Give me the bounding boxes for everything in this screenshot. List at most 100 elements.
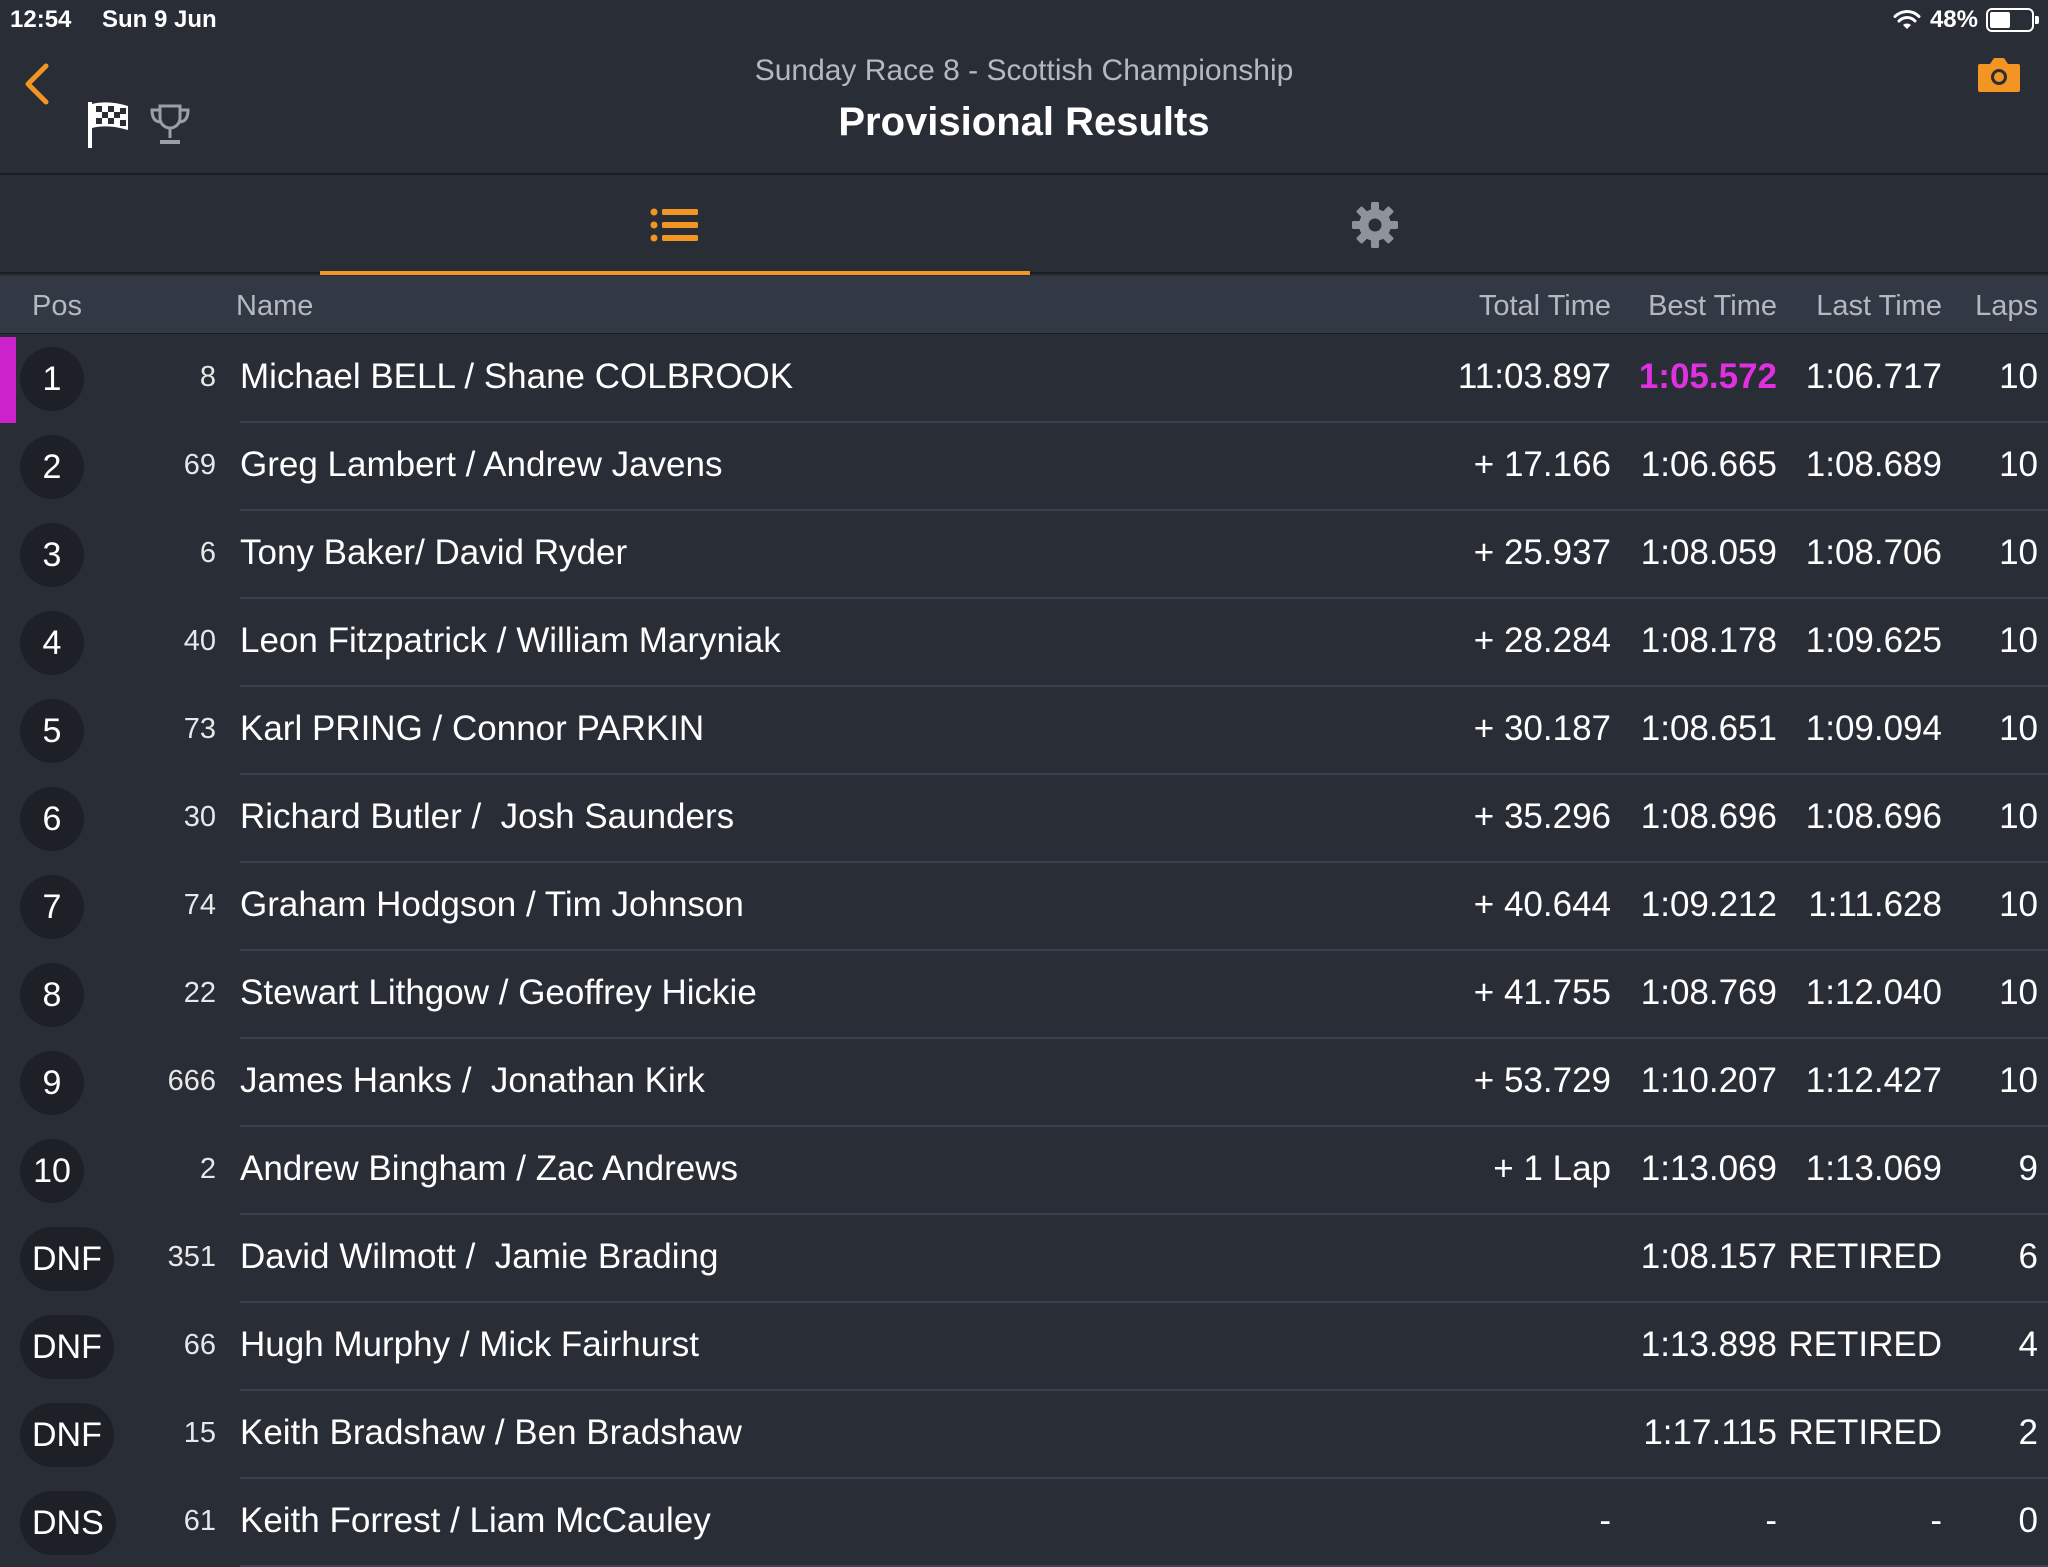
- last-time: 1:08.706: [1805, 533, 1942, 572]
- page-title: Provisional Results: [838, 100, 1210, 144]
- column-laps[interactable]: Laps: [1975, 290, 2038, 323]
- best-time: 1:08.059: [1640, 533, 1777, 572]
- total-time: 11:03.897: [1457, 357, 1611, 396]
- wifi-icon: [1893, 10, 1921, 29]
- laps: 10: [1999, 357, 2038, 396]
- car-number: 22: [183, 977, 216, 1009]
- status-indicators: 48%: [1892, 6, 2039, 34]
- column-total-time[interactable]: Total Time: [1479, 290, 1611, 323]
- best-time: 1:06.665: [1640, 445, 1777, 484]
- position-badge: 9: [20, 1051, 84, 1115]
- table-row[interactable]: 1 8 Michael BELL / Shane COLBROOK 11:03.…: [0, 335, 2048, 423]
- column-best-time[interactable]: Best Time: [1648, 290, 1777, 323]
- total-time: + 30.187: [1473, 709, 1611, 748]
- laps: 10: [1999, 445, 2038, 484]
- last-time: RETIRED: [1788, 1413, 1942, 1452]
- position-badge: DNS: [20, 1491, 116, 1555]
- gear-icon: [1352, 202, 1398, 248]
- position-badge: 2: [20, 435, 84, 499]
- table-row[interactable]: 10 2 Andrew Bingham / Zac Andrews + 1 La…: [0, 1127, 2048, 1215]
- best-time: 1:08.769: [1640, 973, 1777, 1012]
- last-time: RETIRED: [1788, 1325, 1942, 1364]
- best-time: 1:05.572: [1638, 357, 1777, 396]
- last-time: 1:12.427: [1805, 1061, 1942, 1100]
- laps: 0: [2018, 1501, 2038, 1540]
- driver-names: Hugh Murphy / Mick Fairhurst: [240, 1325, 700, 1364]
- best-time: 1:08.651: [1640, 709, 1777, 748]
- total-time: + 41.755: [1473, 973, 1611, 1012]
- tab-settings[interactable]: [1020, 176, 1730, 274]
- car-number: 15: [183, 1417, 216, 1449]
- laps: 10: [1999, 885, 2038, 924]
- laps: 10: [1999, 709, 2038, 748]
- status-time: 12:54: [10, 6, 72, 33]
- tab-results-list[interactable]: [320, 176, 1030, 275]
- best-time: 1:09.212: [1640, 885, 1777, 924]
- status-date: Sun 9 Jun: [102, 6, 217, 33]
- best-time: 1:08.696: [1640, 797, 1777, 836]
- total-time: + 40.644: [1473, 885, 1611, 924]
- list-icon: [650, 208, 698, 242]
- laps: 10: [1999, 621, 2038, 660]
- table-row[interactable]: DNF 351 David Wilmott / Jamie Brading 1:…: [0, 1215, 2048, 1303]
- best-time: 1:08.157: [1640, 1237, 1777, 1276]
- last-time: 1:08.696: [1805, 797, 1942, 836]
- driver-names: Andrew Bingham / Zac Andrews: [240, 1149, 739, 1188]
- car-number: 69: [183, 449, 216, 481]
- car-number: 40: [183, 625, 216, 657]
- last-time: -: [1930, 1501, 1942, 1540]
- last-time: 1:09.625: [1805, 621, 1942, 660]
- laps: 4: [2018, 1325, 2038, 1364]
- position-badge: 5: [20, 699, 84, 763]
- total-time: + 17.166: [1473, 445, 1611, 484]
- best-time: 1:13.069: [1640, 1149, 1777, 1188]
- table-row[interactable]: DNF 66 Hugh Murphy / Mick Fairhurst 1:13…: [0, 1303, 2048, 1391]
- car-number: 30: [183, 801, 216, 833]
- driver-names: David Wilmott / Jamie Brading: [240, 1237, 719, 1276]
- table-row[interactable]: DNS 61 Keith Forrest / Liam McCauley - -…: [0, 1479, 2048, 1567]
- laps: 10: [1999, 1061, 2038, 1100]
- driver-names: James Hanks / Jonathan Kirk: [240, 1061, 705, 1100]
- best-time: -: [1765, 1501, 1777, 1540]
- table-row[interactable]: 6 30 Richard Butler / Josh Saunders + 35…: [0, 775, 2048, 863]
- driver-names: Keith Forrest / Liam McCauley: [240, 1501, 711, 1540]
- position-badge: DNF: [20, 1315, 114, 1379]
- driver-names: Greg Lambert / Andrew Javens: [240, 445, 723, 484]
- results-table: 1 8 Michael BELL / Shane COLBROOK 11:03.…: [0, 335, 2048, 1567]
- header: Sunday Race 8 - Scottish Championship Pr…: [0, 40, 2048, 175]
- battery-icon: [1986, 8, 2039, 32]
- table-row[interactable]: 2 69 Greg Lambert / Andrew Javens + 17.1…: [0, 423, 2048, 511]
- table-row[interactable]: 7 74 Graham Hodgson / Tim Johnson + 40.6…: [0, 863, 2048, 951]
- best-time: 1:13.898: [1640, 1325, 1777, 1364]
- table-row[interactable]: 8 22 Stewart Lithgow / Geoffrey Hickie +…: [0, 951, 2048, 1039]
- car-number: 61: [183, 1505, 216, 1537]
- laps: 9: [2018, 1149, 2038, 1188]
- last-time: 1:08.689: [1805, 445, 1942, 484]
- table-row[interactable]: DNF 15 Keith Bradshaw / Ben Bradshaw 1:1…: [0, 1391, 2048, 1479]
- car-number: 351: [167, 1241, 216, 1273]
- best-time: 1:17.115: [1643, 1413, 1777, 1452]
- last-time: 1:12.040: [1805, 973, 1942, 1012]
- total-time: + 28.284: [1473, 621, 1611, 660]
- column-name[interactable]: Name: [236, 290, 313, 323]
- position-badge: 6: [20, 787, 84, 851]
- car-number: 666: [167, 1065, 216, 1097]
- total-time: + 25.937: [1473, 533, 1611, 572]
- column-pos[interactable]: Pos: [32, 290, 82, 323]
- camera-icon[interactable]: [1976, 54, 2022, 94]
- position-badge: 10: [20, 1139, 84, 1203]
- table-row[interactable]: 5 73 Karl PRING / Connor PARKIN + 30.187…: [0, 687, 2048, 775]
- laps: 2: [2018, 1413, 2038, 1452]
- table-row[interactable]: 9 666 James Hanks / Jonathan Kirk + 53.7…: [0, 1039, 2048, 1127]
- total-time: + 53.729: [1473, 1061, 1611, 1100]
- last-time: 1:13.069: [1805, 1149, 1942, 1188]
- total-time: -: [1599, 1501, 1611, 1540]
- position-badge: 7: [20, 875, 84, 939]
- car-number: 2: [199, 1153, 216, 1185]
- driver-names: Graham Hodgson / Tim Johnson: [240, 885, 744, 924]
- column-last-time[interactable]: Last Time: [1816, 290, 1942, 323]
- battery-percent: 48%: [1929, 6, 1978, 33]
- position-badge: 8: [20, 963, 84, 1027]
- table-row[interactable]: 3 6 Tony Baker/ David Ryder + 25.937 1:0…: [0, 511, 2048, 599]
- table-row[interactable]: 4 40 Leon Fitzpatrick / William Maryniak…: [0, 599, 2048, 687]
